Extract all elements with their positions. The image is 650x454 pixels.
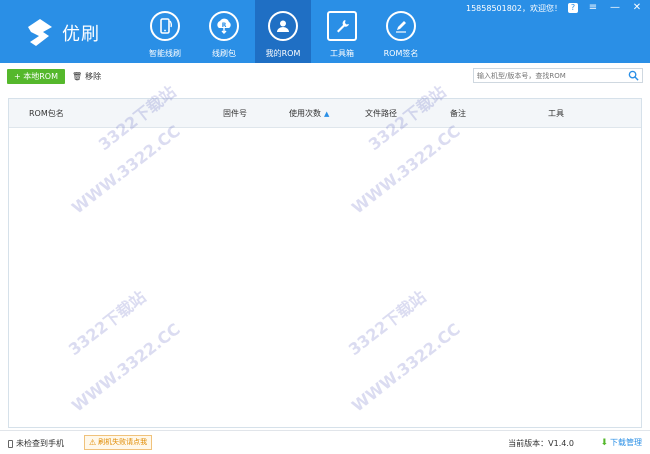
nav-label: 线刷包	[212, 49, 236, 58]
column-header-tools[interactable]: 工具	[548, 108, 564, 119]
phone-status: 未检查到手机	[8, 438, 64, 449]
rom-table: ROM包名 固件号 使用次数 ▲ 文件路径 备注 工具	[8, 98, 642, 428]
nav-label: 我的ROM	[265, 49, 301, 58]
close-button[interactable]: ✕	[630, 2, 644, 14]
remove-button[interactable]: 🗑 移除	[72, 71, 101, 82]
smart-flash-icon	[150, 11, 180, 41]
window-controls: ? ≡ — ✕	[568, 2, 644, 14]
column-header-use-count[interactable]: 使用次数 ▲	[289, 108, 329, 119]
phone-status-text: 未检查到手机	[16, 439, 64, 448]
flash-package-icon: R	[209, 11, 239, 41]
menu-button[interactable]: ≡	[586, 2, 600, 14]
trash-icon: 🗑	[72, 72, 83, 81]
download-manager-button[interactable]: ⬇ 下载管理	[600, 437, 642, 448]
my-rom-icon	[268, 11, 298, 41]
flash-failed-help-button[interactable]: ⚠ 刷机失败请点我	[84, 435, 153, 450]
help-button[interactable]: ?	[568, 3, 578, 13]
logo-icon	[28, 19, 52, 46]
add-local-rom-button[interactable]: + 本地ROM	[7, 69, 65, 84]
download-label: 下载管理	[610, 438, 642, 447]
toolbox-icon	[327, 11, 357, 41]
column-header-rom-name[interactable]: ROM包名	[29, 108, 64, 119]
warning-icon: ⚠	[89, 438, 97, 447]
remove-label: 移除	[85, 72, 102, 81]
version-text: 当前版本：V1.4.0	[508, 439, 574, 448]
warning-text: 刷机失败请点我	[98, 438, 148, 446]
app-logo: 优刷	[22, 15, 100, 51]
rom-sign-icon	[386, 11, 416, 41]
nav-label: 工具箱	[330, 49, 354, 58]
title-bar: 优刷 智能线刷 R 线刷包 我的ROM 工具箱 ROM签名 1585850180…	[0, 0, 650, 63]
nav-label: 智能线刷	[149, 49, 181, 58]
nav-rom-sign[interactable]: ROM签名	[373, 0, 429, 63]
phone-icon	[8, 439, 13, 448]
nav-my-rom[interactable]: 我的ROM	[255, 0, 311, 63]
column-header-firmware[interactable]: 固件号	[223, 108, 247, 119]
search-icon[interactable]	[628, 70, 639, 81]
column-header-file-path[interactable]: 文件路径	[365, 108, 397, 119]
search-box	[473, 68, 643, 83]
download-icon: ⬇	[600, 437, 608, 448]
sort-icon: ▲	[324, 110, 330, 118]
column-header-notes[interactable]: 备注	[450, 108, 466, 119]
search-input[interactable]	[474, 69, 627, 82]
toolbar: + 本地ROM 🗑 移除	[0, 63, 650, 91]
minimize-button[interactable]: —	[608, 2, 622, 14]
main-nav: 智能线刷 R 线刷包 我的ROM 工具箱 ROM签名	[137, 0, 432, 63]
status-bar: 未检查到手机 ⚠ 刷机失败请点我 当前版本：V1.4.0 ⬇ 下载管理	[0, 430, 650, 454]
app-name: 优刷	[62, 24, 100, 45]
nav-toolbox[interactable]: 工具箱	[314, 0, 370, 63]
nav-flash-package[interactable]: R 线刷包	[196, 0, 252, 63]
welcome-text: 15858501802，欢迎您！	[466, 4, 562, 13]
nav-smart-flash[interactable]: 智能线刷	[137, 0, 193, 63]
table-header: ROM包名 固件号 使用次数 ▲ 文件路径 备注 工具	[9, 99, 641, 128]
nav-label: ROM签名	[383, 49, 419, 58]
svg-text:R: R	[222, 22, 227, 29]
